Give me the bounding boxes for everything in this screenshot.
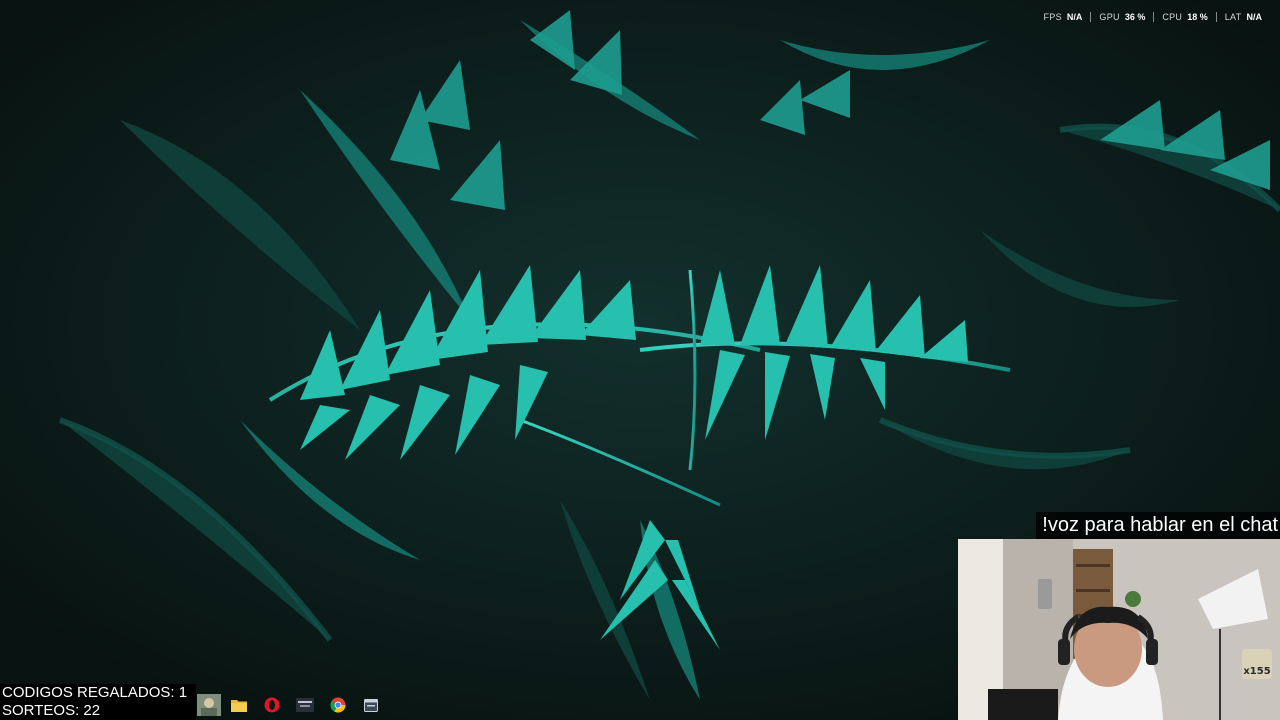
taskbar-file-explorer[interactable]	[222, 690, 255, 720]
fps-label: FPS	[1043, 12, 1062, 22]
taskbar-app-thumbnail[interactable]	[196, 690, 222, 720]
webcam-badge: x155	[1242, 649, 1272, 679]
taskbar-window-app[interactable]	[354, 690, 387, 720]
codes-gifted-text: CODIGOS REGALADOS: 1	[2, 684, 188, 701]
performance-overlay: FPS N/A GPU 36 % CPU 18 % LAT N/A	[1036, 12, 1271, 22]
game-launcher-icon	[295, 698, 314, 712]
window-app-icon	[363, 698, 378, 712]
stream-stats-overlay: CODIGOS REGALADOS: 1 SORTEOS: 22	[0, 684, 196, 720]
gpu-label: GPU	[1099, 12, 1120, 22]
latency-value: N/A	[1246, 12, 1263, 22]
taskbar-opera[interactable]	[255, 690, 288, 720]
opera-icon	[264, 697, 279, 713]
cpu-label: CPU	[1162, 12, 1183, 22]
webcam-image	[958, 539, 1280, 720]
fps-value: N/A	[1066, 12, 1083, 22]
cpu-readout: CPU 18 %	[1153, 12, 1215, 22]
file-explorer-icon	[230, 700, 247, 712]
giveaways-text: SORTEOS: 22	[2, 702, 101, 719]
chrome-icon	[329, 697, 345, 713]
webcam-feed: x155	[958, 539, 1280, 720]
chat-command-overlay: !voz para hablar en el chat	[1036, 512, 1280, 539]
gpu-readout: GPU 36 %	[1090, 12, 1153, 22]
fps-readout: FPS N/A	[1036, 12, 1091, 22]
cpu-value: 18 %	[1187, 12, 1208, 22]
taskbar-game-launcher[interactable]	[288, 690, 321, 720]
gpu-value: 36 %	[1124, 12, 1146, 22]
latency-label: LAT	[1224, 12, 1242, 22]
taskbar-chrome[interactable]	[321, 690, 354, 720]
app-thumbnail-icon	[197, 694, 221, 716]
latency-readout: LAT N/A	[1215, 12, 1270, 22]
taskbar	[196, 690, 387, 720]
